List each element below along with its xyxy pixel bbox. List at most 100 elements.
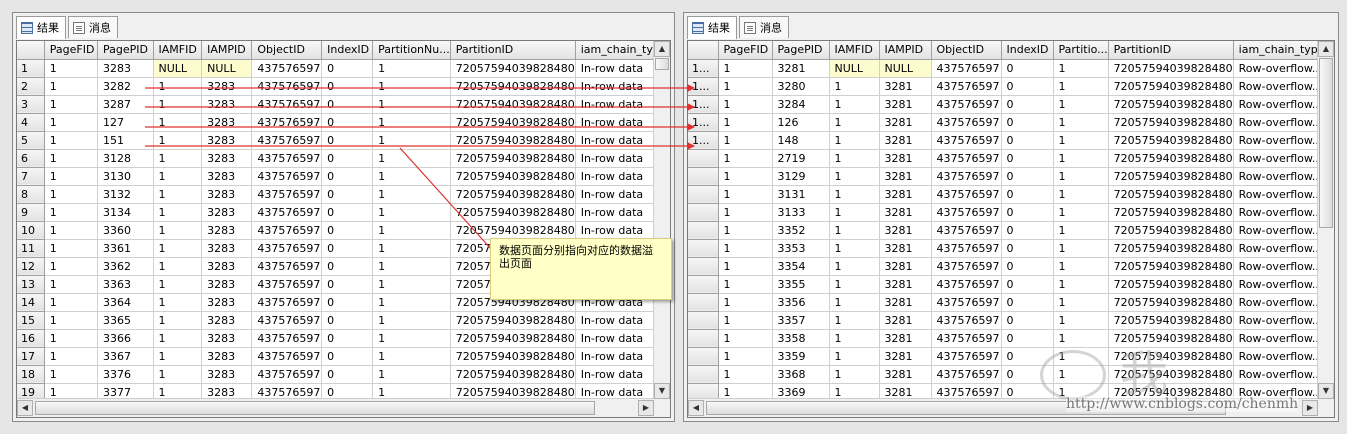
table-cell[interactable]: 1 [829,167,880,186]
table-cell[interactable]: 1 [829,185,880,204]
table-cell[interactable]: 1 [153,365,203,384]
table-cell[interactable]: 437576597 [251,293,323,312]
table-cell[interactable]: 437576597 [251,275,323,294]
table-cell[interactable]: 437576597 [251,149,323,168]
row-number[interactable]: 7 [17,167,45,186]
table-cell[interactable]: 148 [772,131,830,150]
table-cell[interactable]: 3283 [201,95,253,114]
table-cell[interactable]: 437576597 [251,113,323,132]
table-cell[interactable]: 1 [718,329,773,348]
row-number[interactable] [688,257,719,276]
tab-results-right[interactable]: 结果 [687,16,737,39]
row-number[interactable]: 18 [17,365,45,384]
column-header[interactable]: PageFID [44,41,98,60]
table-cell[interactable]: 72057594039828480 [450,59,576,78]
table-cell[interactable]: 72057594039828480 [450,131,576,150]
table-cell[interactable]: Row-overflow... [1233,203,1329,222]
table-cell[interactable]: 1 [153,149,203,168]
table-cell[interactable]: 0 [321,113,374,132]
table-cell[interactable]: 3368 [772,365,830,384]
table-cell[interactable]: 1 [44,203,98,222]
table-cell[interactable]: 3133 [772,203,830,222]
table-cell[interactable]: 126 [772,113,830,132]
table-cell[interactable]: 1 [718,167,773,186]
table-row[interactable]: 5 1 151 1 3283 437576597 0 1 72057594039828480 In… [17,131,670,150]
table-cell[interactable]: 151 [97,131,154,150]
table-cell[interactable]: 437576597 [931,257,1002,276]
table-cell[interactable]: 437576597 [931,185,1002,204]
table-cell[interactable]: 0 [321,347,374,366]
left-results-grid[interactable]: PageFID PagePID IAMFID IAMPID ObjectID IndexI… [16,40,671,418]
table-cell[interactable]: 72057594039828480 [450,77,576,96]
table-cell[interactable]: 3283 [201,293,253,312]
table-row[interactable]: 1 2719 1 3281 437576597 0 1 72057594039828480 Ro… [688,149,1329,168]
table-row[interactable]: 1 1 3283 NULL NULL 437576597 0 1 720575940398284… [17,59,670,78]
table-cell[interactable]: 1 [153,113,203,132]
table-cell[interactable]: Row-overflow... [1233,167,1329,186]
row-number[interactable] [688,293,719,312]
column-header[interactable]: iam_chain_type [1233,41,1329,60]
table-cell[interactable]: 72057594039828480 [1108,221,1234,240]
table-cell[interactable]: 0 [321,77,374,96]
table-cell[interactable]: 1 [153,203,203,222]
table-cell[interactable]: 3283 [201,113,253,132]
table-cell[interactable]: 1 [1053,329,1109,348]
table-cell[interactable]: 3281 [879,239,932,258]
table-cell[interactable]: 0 [321,275,374,294]
table-cell[interactable]: 3355 [772,275,830,294]
table-cell[interactable]: 3134 [97,203,154,222]
table-cell[interactable]: Row-overflow... [1233,311,1329,330]
row-number[interactable] [688,239,719,258]
table-cell[interactable]: 0 [321,221,374,240]
row-number[interactable] [688,167,719,186]
table-cell[interactable]: 72057594039828480 [1108,293,1234,312]
table-row[interactable]: 1 3357 1 3281 437576597 0 1 72057594039828480 Ro… [688,311,1329,330]
table-cell[interactable]: 1 [1053,95,1109,114]
row-number[interactable]: 1 [17,59,45,78]
table-row[interactable]: 1 3353 1 3281 437576597 0 1 72057594039828480 Ro… [688,239,1329,258]
table-cell[interactable]: 72057594039828480 [1108,77,1234,96]
scroll-right-arrow-icon[interactable]: ▶ [1302,400,1318,416]
table-cell[interactable]: 3128 [97,149,154,168]
table-cell[interactable]: 0 [1001,329,1054,348]
table-row[interactable]: 3 1 3287 1 3283 437576597 0 1 72057594039828480 I… [17,95,670,114]
table-cell[interactable]: 1 [1053,59,1109,78]
table-cell[interactable]: 3283 [201,239,253,258]
table-cell[interactable]: Row-overflow... [1233,185,1329,204]
table-cell[interactable]: 1 [153,257,203,276]
table-cell[interactable]: 3131 [772,185,830,204]
table-cell[interactable]: 0 [1001,77,1054,96]
table-cell[interactable]: 72057594039828480 [450,149,576,168]
table-cell[interactable]: 1 [718,77,773,96]
table-cell[interactable]: Row-overflow... [1233,221,1329,240]
table-cell[interactable]: 3281 [879,203,932,222]
table-cell[interactable]: 1 [829,239,880,258]
table-cell[interactable]: 3283 [201,347,253,366]
table-cell[interactable]: 1 [44,347,98,366]
row-number[interactable] [688,347,719,366]
row-number[interactable] [688,149,719,168]
table-cell[interactable]: Row-overflow... [1233,257,1329,276]
table-cell[interactable]: 437576597 [251,347,323,366]
table-cell[interactable]: 1 [372,77,451,96]
table-cell[interactable]: 437576597 [931,293,1002,312]
table-cell[interactable]: 2719 [772,149,830,168]
table-cell[interactable]: 1 [1053,257,1109,276]
table-cell[interactable]: 1 [153,329,203,348]
table-row[interactable]: 1... 1 3281 NULL NULL 437576597 0 1 720575940398… [688,59,1329,78]
table-cell[interactable]: 72057594039828480 [450,113,576,132]
table-cell[interactable]: 437576597 [931,365,1002,384]
table-row[interactable]: 10 1 3360 1 3283 437576597 0 1 72057594039828480… [17,221,670,240]
table-cell[interactable]: 72057594039828480 [1108,185,1234,204]
table-cell[interactable]: 0 [1001,59,1054,78]
table-cell[interactable]: 437576597 [931,311,1002,330]
table-row[interactable]: 1 3131 1 3281 437576597 0 1 72057594039828480 Ro… [688,185,1329,204]
column-header[interactable]: IndexID [321,41,374,60]
table-cell[interactable]: 3283 [201,167,253,186]
tab-messages-right[interactable]: 消息 [739,16,789,38]
table-cell[interactable]: 3281 [879,257,932,276]
table-cell[interactable]: 1 [44,311,98,330]
table-cell[interactable]: 1 [372,257,451,276]
table-cell[interactable]: 1 [829,203,880,222]
table-cell[interactable]: 437576597 [251,329,323,348]
